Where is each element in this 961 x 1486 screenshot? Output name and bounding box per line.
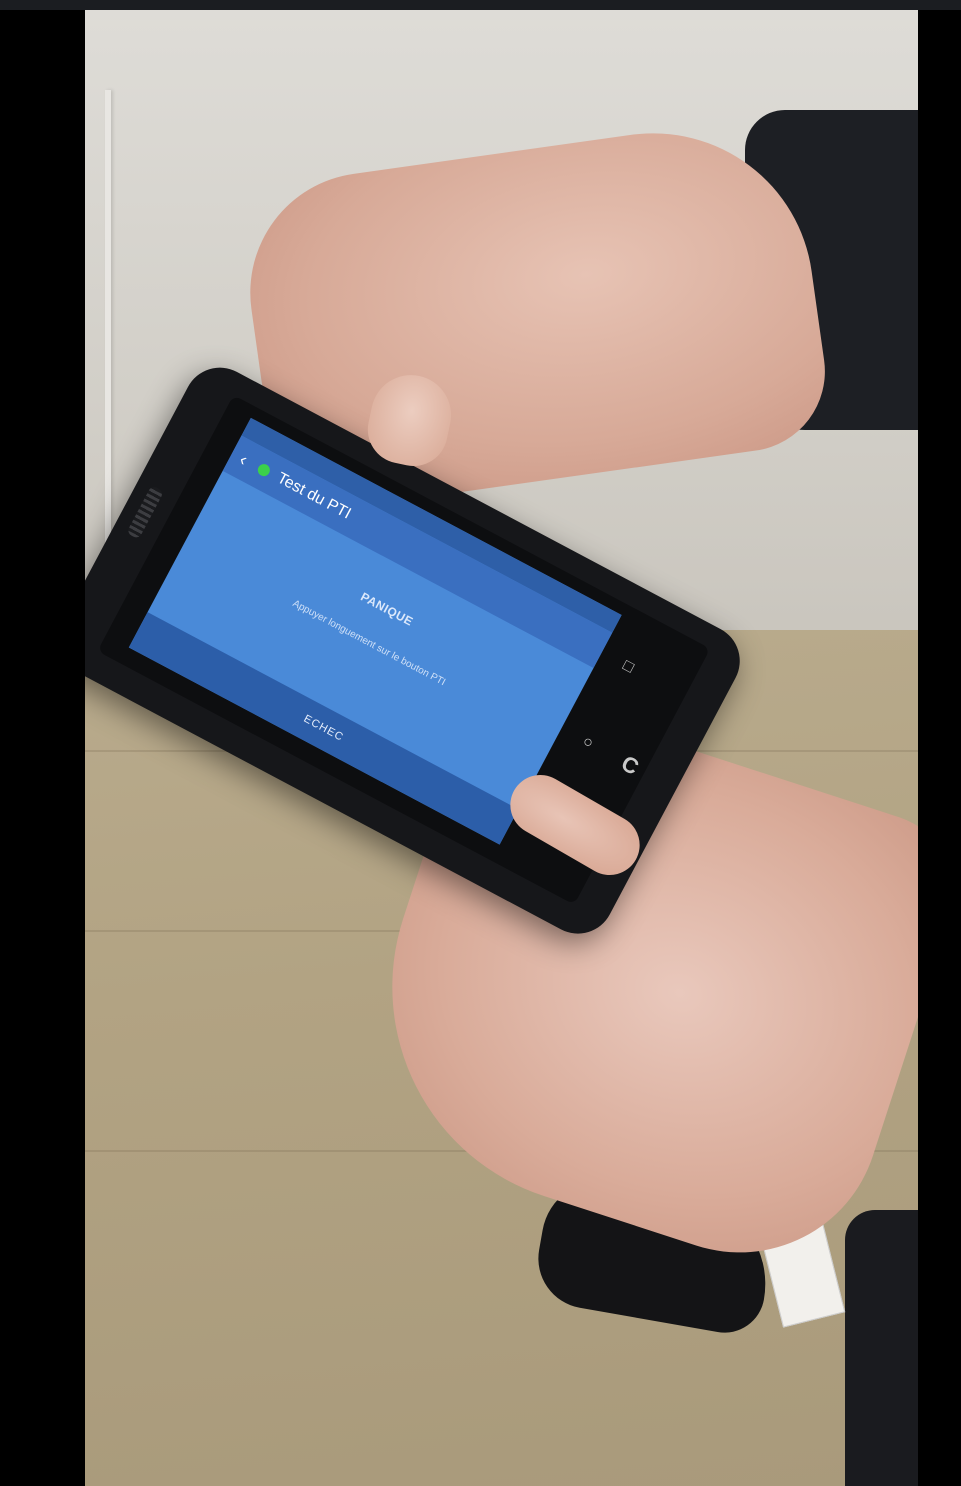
recents-icon[interactable]: □ bbox=[619, 657, 637, 677]
speaker-grille bbox=[126, 485, 164, 540]
letterbox-right bbox=[918, 10, 961, 1486]
photo-scene: ‹ Test du PTI PANIQUE Appuyer longuement… bbox=[85, 10, 918, 1486]
back-arrow-icon[interactable]: ‹ bbox=[236, 449, 251, 470]
letterbox-left bbox=[0, 10, 85, 1486]
sleeve-bottom bbox=[845, 1210, 918, 1486]
home-icon[interactable]: ○ bbox=[579, 733, 597, 753]
video-frame: ‹ Test du PTI PANIQUE Appuyer longuement… bbox=[0, 0, 961, 1486]
echec-button[interactable]: ECHEC bbox=[302, 713, 346, 744]
status-indicator bbox=[255, 461, 272, 479]
